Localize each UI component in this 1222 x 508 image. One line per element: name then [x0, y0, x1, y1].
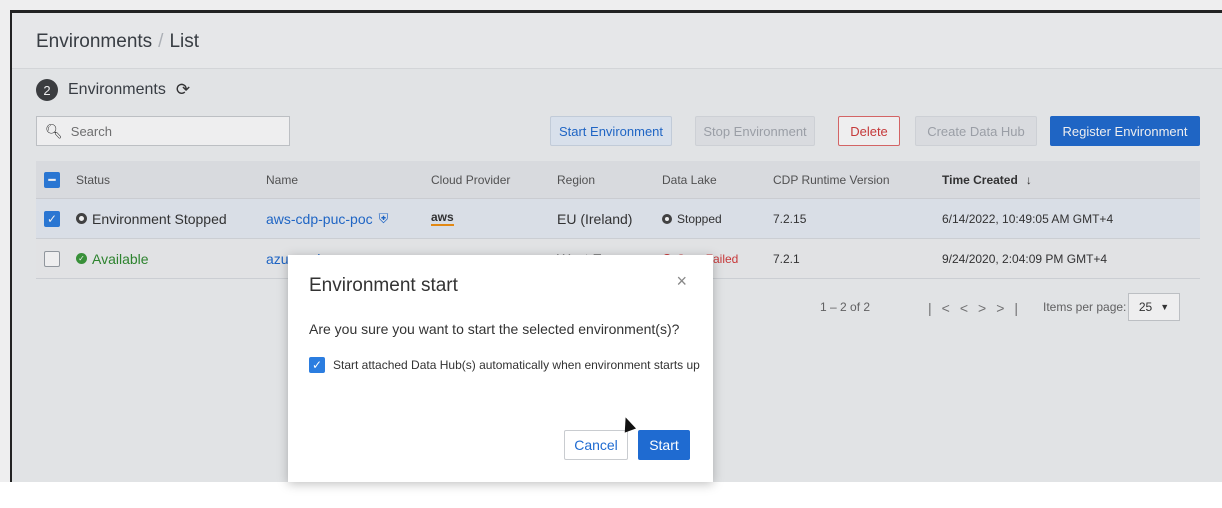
- start-button[interactable]: Start: [638, 430, 690, 460]
- environment-start-dialog: Environment start × Are you sure you wan…: [288, 255, 713, 482]
- autostart-datahub-label: Start attached Data Hub(s) automatically…: [333, 358, 700, 372]
- cancel-button[interactable]: Cancel: [564, 430, 628, 460]
- autostart-datahub-checkbox[interactable]: ✓: [309, 357, 325, 373]
- dialog-message: Are you sure you want to start the selec…: [309, 321, 680, 337]
- autostart-datahub-option[interactable]: ✓ Start attached Data Hub(s) automatical…: [309, 357, 700, 373]
- dialog-title: Environment start: [309, 275, 458, 296]
- close-icon[interactable]: ×: [676, 271, 687, 292]
